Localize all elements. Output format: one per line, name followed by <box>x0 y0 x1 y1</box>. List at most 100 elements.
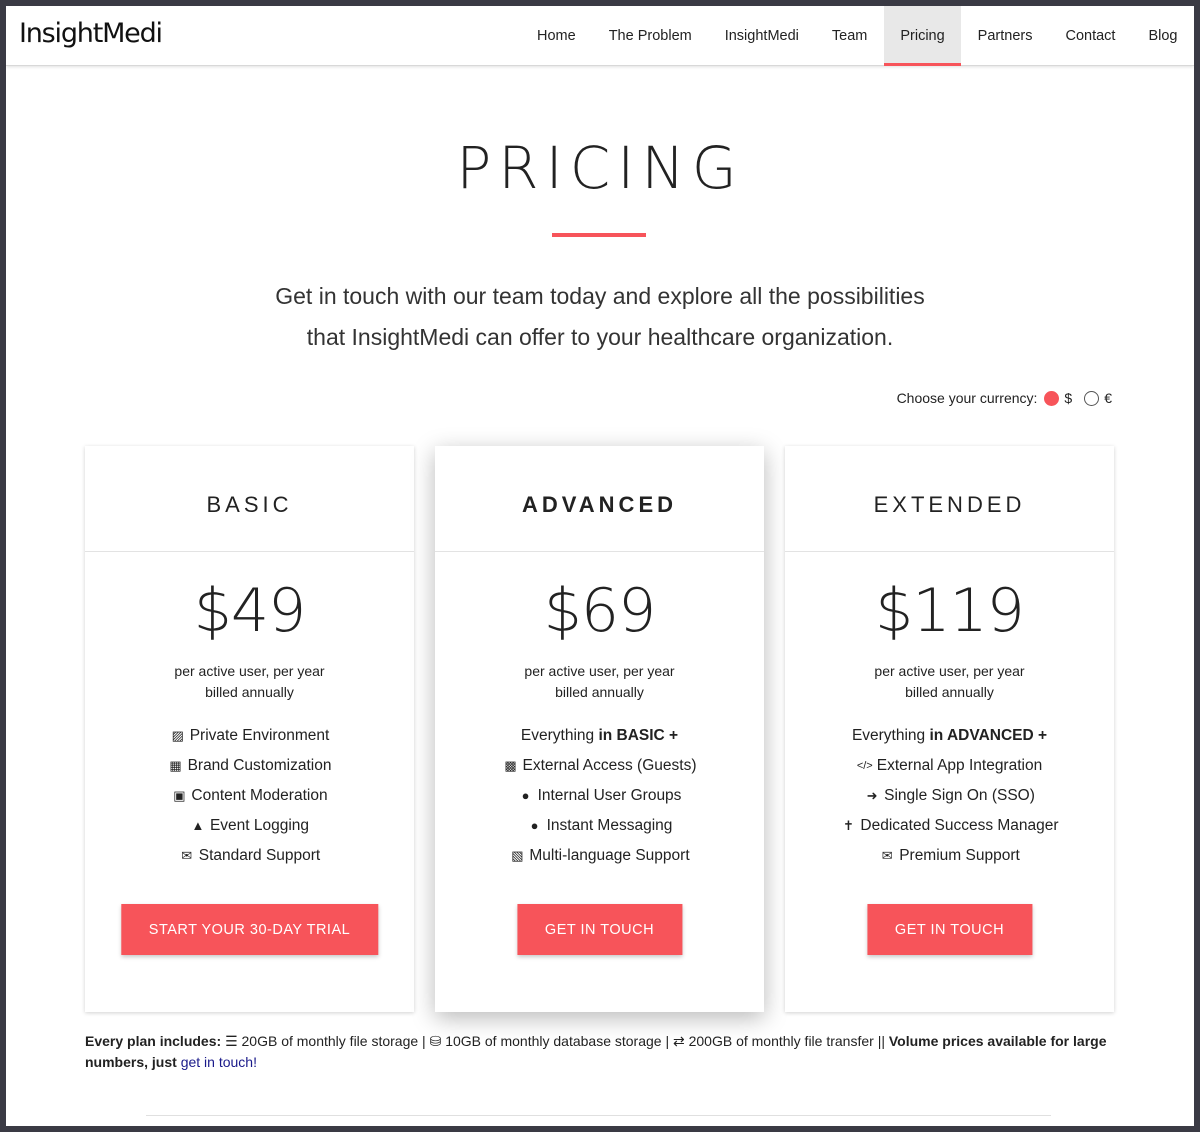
plan-name: BASIC <box>85 446 414 552</box>
nav-blog[interactable]: Blog <box>1132 6 1194 66</box>
database-storage-text: 10GB of monthly database storage | <box>441 1033 673 1049</box>
currency-selector: Choose your currency: $ € <box>897 390 1112 406</box>
includes-line: Everything in BASIC + <box>435 721 764 751</box>
building-icon: ▦ <box>169 758 182 773</box>
currency-eur-radio[interactable] <box>1084 390 1100 406</box>
billing-line-2: billed annually <box>905 684 994 700</box>
plan-card-extended: EXTENDED $119 per active user, per year … <box>785 446 1114 1012</box>
feature-text: External Access (Guests) <box>522 757 697 774</box>
start-trial-button[interactable]: START YOUR 30-DAY TRIAL <box>120 904 379 955</box>
exchange-icon: ⇄ <box>672 1033 685 1049</box>
page-title: PRICING <box>456 134 744 202</box>
plan-billing: per active user, per year billed annuall… <box>85 661 414 703</box>
feature-item: ▨ Private Environment <box>85 721 414 751</box>
includes-plan: in ADVANCED + <box>929 727 1048 744</box>
envelope-icon: ✉ <box>181 848 193 863</box>
feature-item: ● Instant Messaging <box>435 811 764 841</box>
feature-text: Standard Support <box>198 847 321 864</box>
file-transfer-text: 200GB of monthly file transfer || <box>684 1033 889 1049</box>
billing-line-2: billed annually <box>555 684 644 700</box>
feature-list: Everything in ADVANCED + </> External App… <box>785 721 1114 871</box>
subtitle-line-2: that InsightMedi can offer to your healt… <box>306 324 894 350</box>
feature-item: ➜ Single Sign On (SSO) <box>785 781 1114 811</box>
billing-line-1: per active user, per year <box>524 663 675 679</box>
nav-team[interactable]: Team <box>815 6 883 66</box>
title-underline <box>552 233 646 237</box>
nav-pricing[interactable]: Pricing <box>883 6 962 66</box>
plan-card-basic: BASIC $49 per active user, per year bill… <box>85 446 414 1012</box>
plan-name: EXTENDED <box>785 446 1114 552</box>
feature-item: ▧ Multi-language Support <box>435 841 764 871</box>
feature-item: ✉ Standard Support <box>85 841 414 871</box>
feature-item: ● Internal User Groups <box>435 781 764 811</box>
feature-text: Instant Messaging <box>546 817 673 834</box>
feature-item: </> External App Integration <box>785 751 1114 781</box>
plan-price: $49 <box>193 576 307 646</box>
feature-item: ✉ Premium Support <box>785 841 1114 871</box>
sign-in-icon: ➜ <box>866 788 878 803</box>
currency-label: Choose your currency: <box>896 390 1038 406</box>
plan-billing: per active user, per year billed annuall… <box>785 661 1114 703</box>
code-icon: </> <box>856 760 873 772</box>
billing-line-2: billed annually <box>205 684 294 700</box>
get-in-touch-link[interactable]: get in touch! <box>181 1054 257 1070</box>
feature-text: Single Sign On (SSO) <box>884 787 1035 804</box>
includes-prefix: Everything <box>520 727 595 744</box>
plan-inclusions-note: Every plan includes: ☰ 20GB of monthly f… <box>85 1031 1115 1073</box>
subtitle-line-1: Get in touch with our team today and exp… <box>275 283 925 309</box>
lock-file-icon: ▨ <box>171 728 184 743</box>
plan-card-advanced: ADVANCED $69 per active user, per year b… <box>435 446 764 1012</box>
plan-price: $69 <box>543 576 657 646</box>
plan-price: $119 <box>875 576 1025 646</box>
id-card-icon: ▩ <box>504 758 517 773</box>
language-icon: ▧ <box>511 848 524 863</box>
nav-links: Home The Problem InsightMedi Team Pricin… <box>521 6 1194 66</box>
feature-item: ▩ External Access (Guests) <box>435 751 764 781</box>
top-navigation: InsightMedi Home The Problem InsightMedi… <box>6 6 1194 66</box>
feature-text: Brand Customization <box>187 757 332 774</box>
database-icon: ⛁ <box>429 1033 442 1049</box>
currency-eur-label[interactable]: € <box>1104 390 1112 406</box>
includes-line: Everything in ADVANCED + <box>785 721 1114 751</box>
get-in-touch-button[interactable]: GET IN TOUCH <box>516 904 683 955</box>
page: InsightMedi Home The Problem InsightMedi… <box>6 6 1194 1126</box>
feature-item: ▲ Event Logging <box>85 811 414 841</box>
section-divider <box>146 1115 1051 1116</box>
image-icon: ▣ <box>173 788 186 803</box>
feature-text: Multi-language Support <box>529 847 690 864</box>
includes-prefix: Everything <box>851 727 926 744</box>
inclusions-lead: Every plan includes: <box>85 1033 222 1049</box>
feature-list: ▨ Private Environment ▦ Brand Customizatio… <box>85 721 414 871</box>
comments-icon: ● <box>530 818 539 833</box>
feature-item: ▦ Brand Customization <box>85 751 414 781</box>
person-icon: ✝ <box>842 818 854 833</box>
file-storage-text: 20GB of monthly file storage | <box>237 1033 430 1049</box>
currency-usd-label[interactable]: $ <box>1064 390 1072 406</box>
feature-text: Dedicated Success Manager <box>860 817 1059 834</box>
nav-insightmedi[interactable]: InsightMedi <box>708 6 815 66</box>
plan-name: ADVANCED <box>435 446 764 552</box>
binoculars-icon: ▲ <box>191 818 205 833</box>
feature-text: Private Environment <box>189 727 330 744</box>
logo[interactable]: InsightMedi <box>19 18 163 49</box>
billing-line-1: per active user, per year <box>874 663 1025 679</box>
feature-text: Content Moderation <box>191 787 328 804</box>
page-subtitle: Get in touch with our team today and exp… <box>6 276 1194 358</box>
nav-partners[interactable]: Partners <box>961 6 1049 66</box>
feature-text: External App Integration <box>876 757 1043 774</box>
nav-home[interactable]: Home <box>521 6 593 66</box>
feature-list: Everything in BASIC + ▩ External Access (… <box>435 721 764 871</box>
nav-contact[interactable]: Contact <box>1049 6 1132 66</box>
feature-item: ✝ Dedicated Success Manager <box>785 811 1114 841</box>
feature-text: Internal User Groups <box>537 787 682 804</box>
feature-text: Event Logging <box>209 817 310 834</box>
envelope-icon: ✉ <box>881 848 893 863</box>
feature-item: ▣ Content Moderation <box>85 781 414 811</box>
get-in-touch-button[interactable]: GET IN TOUCH <box>866 904 1033 955</box>
storage-icon: ☰ <box>225 1033 238 1049</box>
users-icon: ● <box>521 788 530 803</box>
billing-line-1: per active user, per year <box>174 663 325 679</box>
nav-the-problem[interactable]: The Problem <box>592 6 708 66</box>
currency-usd-radio[interactable] <box>1044 390 1060 406</box>
feature-text: Premium Support <box>899 847 1020 864</box>
